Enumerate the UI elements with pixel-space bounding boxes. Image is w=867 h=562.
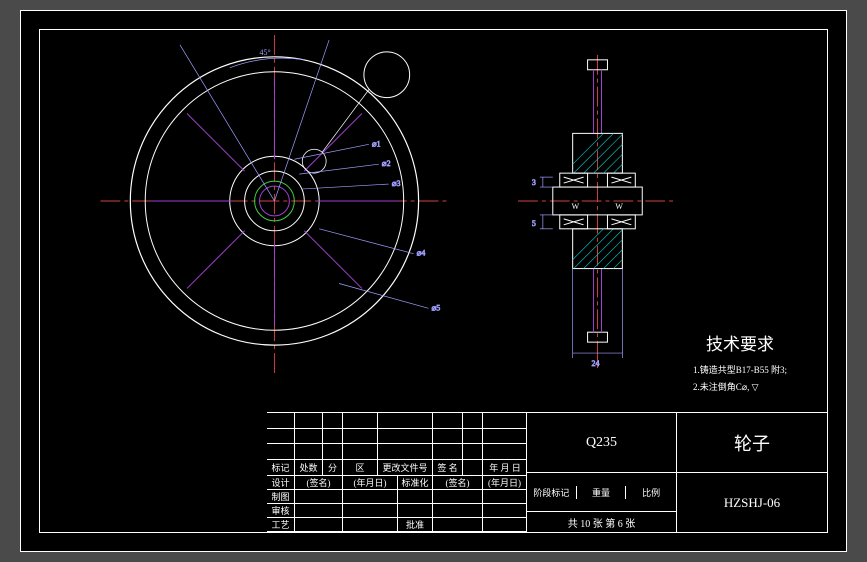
svg-text:⌀3: ⌀3 [392,179,401,188]
stage-row: 阶段标记 重量 比例 [527,473,677,512]
detail-view [364,52,410,98]
tech-req-title: 技术要求 [693,330,787,355]
sign-std: 标准化 [398,476,433,490]
rev-hdr-fen: 分 [323,460,343,476]
sheet-info: 共 10 张 第 6 张 [527,512,677,532]
dia-leaders: ⌀1 ⌀2 ⌀3 ⌀4 ⌀5 [294,139,440,312]
w-mark-l: W [572,202,580,211]
svg-text:⌀4: ⌀4 [417,249,426,258]
small-dim-3: 3 [532,177,553,187]
weight: 重量 [577,486,627,499]
svg-text:3: 3 [532,178,536,187]
angle-dim: 45° [180,40,329,201]
rev-hdr-doc: 更改文件号 [378,460,433,476]
rev-hdr-count: 处数 [295,460,323,476]
inner-frame: 45° ⌀1 ⌀2 ⌀3 ⌀4 ⌀5 [39,29,828,533]
rev-hdr-mark: 标记 [267,460,295,476]
rev-hdr-date: 年 月 日 [483,460,527,476]
revision-block: 标记 处数 分 区 更改文件号 签 名 年 月 日 设计 (签名) (年月日) … [267,413,527,532]
svg-text:⌀5: ⌀5 [432,303,441,312]
small-dim-5: 5 [532,215,553,229]
sign-approve: 批准 [398,518,433,532]
sign-process: 工艺 [267,518,295,532]
side-view: 24 3 5 W W [518,55,677,368]
front-view: 45° ⌀1 ⌀2 ⌀3 ⌀4 ⌀5 [100,35,448,373]
tech-req-item-2: 2.未注倒角C⌀, ▽ [693,380,787,393]
drawing-number: HZSHJ-06 [677,473,827,532]
tech-requirements: 技术要求 1.铸造共型B17-B55 附3; 2.未注倒角C⌀, ▽ [693,330,787,397]
sign-design: 设计 [267,476,295,490]
rev-hdr-zone: 区 [343,460,378,476]
stage-mark: 阶段标记 [527,486,577,499]
svg-text:⌀1: ⌀1 [372,139,381,148]
rev-hdr-blank [463,460,483,476]
sign-check: 审核 [267,504,295,518]
part-name: 轮子 [677,413,827,473]
tech-req-item-1: 1.铸造共型B17-B55 附3; [693,363,787,376]
sign-draw: 制图 [267,490,295,504]
material: Q235 [527,413,677,473]
sign-grid: 设计 (签名) (年月日) 标准化 (签名) (年月日) 制图 审核 工艺 批准 [267,476,526,532]
title-right: Q235 轮子 阶段标记 重量 比例 HZSHJ-06 共 10 张 第 6 张 [527,413,827,532]
svg-text:5: 5 [532,219,536,228]
rev-hdr-sign: 签 名 [433,460,463,476]
scale: 比例 [626,486,676,499]
svg-text:⌀2: ⌀2 [382,159,391,168]
angle-label: 45° [260,48,271,57]
w-mark-r: W [615,202,623,211]
svg-text:24: 24 [592,359,600,368]
rev-grid: 标记 处数 分 区 更改文件号 签 名 年 月 日 [267,413,526,476]
title-block: 标记 处数 分 区 更改文件号 签 名 年 月 日 设计 (签名) (年月日) … [267,412,827,532]
detail-leader [322,90,369,153]
outer-frame: 45° ⌀1 ⌀2 ⌀3 ⌀4 ⌀5 [20,10,847,552]
